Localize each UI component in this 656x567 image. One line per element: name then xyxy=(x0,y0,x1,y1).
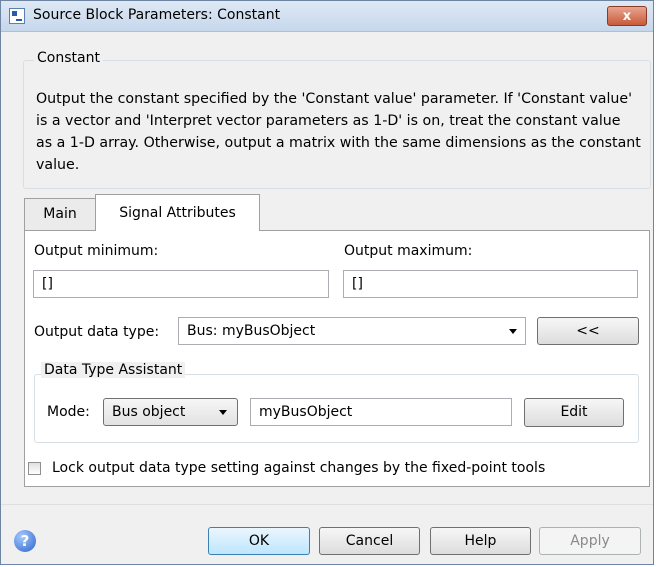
cancel-button[interactable]: Cancel xyxy=(319,527,420,555)
tab-main[interactable]: Main xyxy=(24,198,96,230)
ok-button[interactable]: OK xyxy=(208,527,310,555)
tab-signal-attributes-label: Signal Attributes xyxy=(119,205,236,221)
output-data-type-value: Bus: myBusObject xyxy=(187,323,316,339)
chevron-down-icon xyxy=(219,410,227,415)
edit-bus-object-button[interactable]: Edit xyxy=(524,398,624,427)
apply-button[interactable]: Apply xyxy=(539,527,641,555)
lock-data-type-label[interactable]: Lock output data type setting against ch… xyxy=(52,460,545,476)
mode-label: Mode: xyxy=(47,404,90,420)
output-data-type-select[interactable]: Bus: myBusObject xyxy=(178,317,526,345)
output-data-type-label: Output data type: xyxy=(34,324,160,340)
output-maximum-field[interactable]: [] xyxy=(343,270,638,298)
block-description-title: Constant xyxy=(34,50,103,66)
help-icon[interactable]: ? xyxy=(14,530,36,552)
output-minimum-label: Output minimum: xyxy=(34,243,159,259)
footer-separator xyxy=(1,504,653,505)
block-description-text: Output the constant specified by the 'Co… xyxy=(36,91,641,173)
simulink-block-icon xyxy=(9,8,25,24)
help-icon-glyph: ? xyxy=(20,532,30,550)
data-type-assistant-title: Data Type Assistant xyxy=(41,362,186,378)
data-type-assistant-toggle-button[interactable]: << xyxy=(537,317,639,345)
lock-data-type-checkbox[interactable] xyxy=(28,462,41,475)
tab-signal-attributes[interactable]: Signal Attributes xyxy=(95,194,260,231)
bus-object-name-field[interactable]: myBusObject xyxy=(250,398,512,426)
help-button[interactable]: Help xyxy=(430,527,531,555)
output-maximum-label: Output maximum: xyxy=(344,243,473,259)
close-icon: x xyxy=(622,9,632,24)
window-title: Source Block Parameters: Constant xyxy=(33,7,281,23)
signal-attributes-panel xyxy=(24,230,650,487)
edit-bus-object-label: Edit xyxy=(560,404,588,420)
tab-main-label: Main xyxy=(43,206,77,222)
dialog-window: Source Block Parameters: Constant x Cons… xyxy=(0,0,654,565)
close-button[interactable]: x xyxy=(607,6,647,26)
apply-button-label: Apply xyxy=(570,533,610,549)
help-button-label: Help xyxy=(464,533,497,549)
data-type-assistant-toggle-label: << xyxy=(576,323,600,339)
cancel-button-label: Cancel xyxy=(345,533,394,549)
output-minimum-field[interactable]: [] xyxy=(33,270,329,298)
mode-value: Bus object xyxy=(112,404,186,420)
chevron-down-icon xyxy=(509,329,517,334)
title-bar[interactable]: Source Block Parameters: Constant x xyxy=(1,1,653,32)
ok-button-label: OK xyxy=(248,533,270,549)
mode-select[interactable]: Bus object xyxy=(103,398,238,426)
